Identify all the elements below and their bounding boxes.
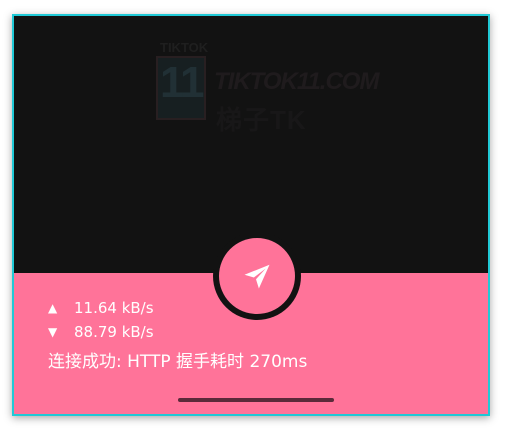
home-indicator[interactable] <box>178 398 334 402</box>
download-arrow-icon: ▼ <box>48 325 58 339</box>
download-row: ▼ 88.79 kB/s <box>48 320 307 344</box>
upload-arrow-icon: ▲ <box>48 301 58 315</box>
upload-speed: 11.64 kB/s <box>74 299 154 317</box>
upload-row: ▲ 11.64 kB/s <box>48 296 307 320</box>
watermark-logo: TIKTOK 11 TIKTOK11.COM 梯子TK <box>156 38 379 135</box>
watermark-number: 11 <box>160 58 204 107</box>
connection-status: 连接成功: HTTP 握手耗时 270ms <box>48 352 308 372</box>
watermark-domain: TIKTOK11.COM <box>214 68 379 95</box>
speed-stats: ▲ 11.64 kB/s ▼ 88.79 kB/s 连接成功: HTTP 握手耗… <box>48 296 307 372</box>
paper-plane-icon <box>244 264 270 289</box>
watermark-top-text: TIKTOK <box>160 40 209 55</box>
app-screen: TIKTOK 11 TIKTOK11.COM 梯子TK ▲ 11.64 kB/s… <box>14 16 488 414</box>
download-speed: 88.79 kB/s <box>74 323 154 341</box>
watermark-subtitle: 梯子TK <box>216 105 307 135</box>
